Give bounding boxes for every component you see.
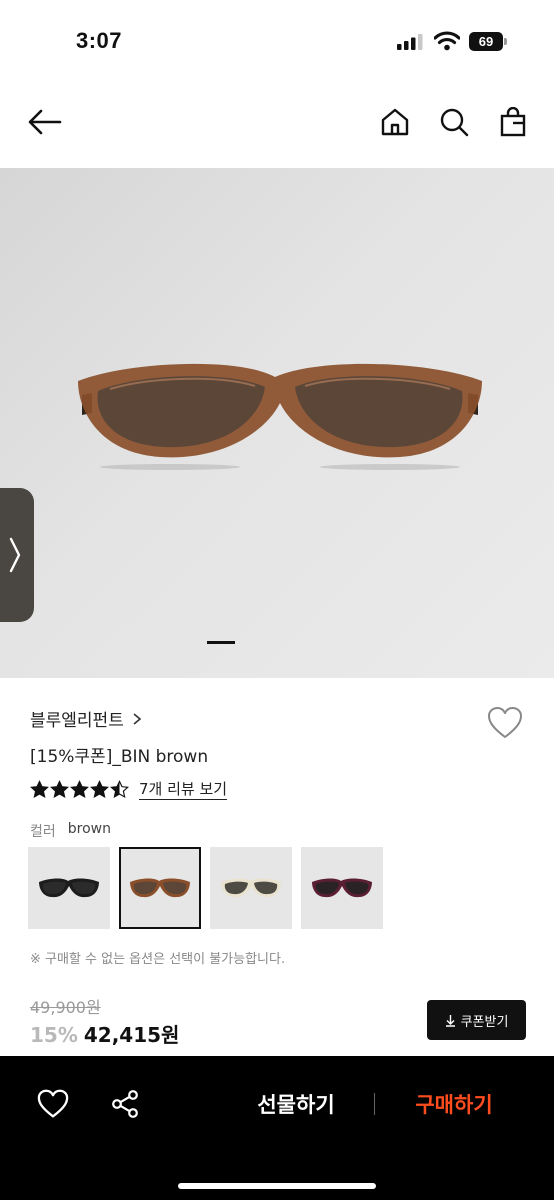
sunglasses-thumbnail (130, 878, 190, 898)
status-time: 3:07 (76, 28, 123, 53)
heart-icon (488, 707, 522, 738)
cart-button[interactable] (495, 104, 531, 140)
search-icon (440, 108, 469, 137)
star-icon (50, 780, 69, 799)
gift-button[interactable]: 선물하기 (236, 1086, 356, 1122)
color-value: brown (67, 821, 111, 837)
color-option-row: 컬러 brown (30, 821, 111, 841)
color-swatch[interactable] (28, 847, 110, 929)
star-icon (30, 780, 49, 799)
battery-icon: 69 (469, 32, 507, 51)
wifi-icon (434, 31, 460, 51)
rating-row: 7개 리뷰 보기 (30, 779, 228, 800)
home-indicator (178, 1183, 376, 1189)
search-button[interactable] (436, 104, 472, 140)
share-icon (112, 1090, 138, 1118)
star-icon (70, 780, 89, 799)
sale-price: 42,415원 (83, 1023, 180, 1047)
bottom-wishlist-button[interactable] (36, 1087, 70, 1121)
option-notice: ※ 구매할 수 없는 옵션은 선택이 불가능합니다. (30, 952, 286, 967)
back-arrow-icon (28, 109, 62, 135)
status-bar: 3:07 69 (0, 0, 554, 84)
color-swatch[interactable] (210, 847, 292, 929)
rating-stars (30, 780, 129, 799)
download-icon (445, 1014, 455, 1027)
cellular-signal-icon (397, 34, 423, 50)
bottom-action-bar: 선물하기 구매하기 (0, 1056, 554, 1200)
original-price: 49,900원 (30, 998, 101, 1017)
divider (374, 1093, 375, 1115)
discount-rate: 15% (30, 1023, 78, 1047)
top-navigation (0, 96, 554, 156)
product-image-sunglasses (78, 363, 482, 470)
coupon-label: 쿠폰받기 (460, 1014, 509, 1030)
battery-level: 69 (469, 32, 503, 51)
brand-link[interactable]: 블루엘리펀트 (30, 706, 142, 731)
product-image-gallery[interactable] (0, 168, 554, 678)
review-link[interactable]: 7개 리뷰 보기 (139, 779, 228, 800)
coupon-download-button[interactable]: 쿠폰받기 (427, 1000, 526, 1040)
shopping-bag-icon (500, 107, 526, 137)
home-icon (381, 108, 409, 136)
wishlist-button[interactable] (487, 706, 523, 740)
brand-name: 블루엘리펀트 (30, 711, 124, 731)
color-swatch[interactable] (301, 847, 383, 929)
color-swatches (28, 847, 383, 929)
sunglasses-thumbnail (221, 878, 281, 898)
color-label: 컬러 (30, 824, 56, 840)
chevron-right-icon (133, 712, 142, 725)
color-swatch[interactable] (119, 847, 201, 929)
star-icon (110, 780, 129, 799)
heart-icon (37, 1089, 69, 1118)
side-panel-handle[interactable] (0, 488, 34, 622)
price-row: 15% 42,415원 (30, 1019, 179, 1048)
chevron-right-icon (9, 537, 21, 573)
product-name: [15%쿠폰]_BIN brown (30, 747, 209, 767)
sunglasses-thumbnail (312, 878, 372, 898)
home-button[interactable] (377, 104, 413, 140)
back-button[interactable] (27, 104, 63, 140)
slide-indicator (207, 641, 235, 644)
star-icon (90, 780, 109, 799)
share-button[interactable] (108, 1087, 142, 1121)
buy-button[interactable]: 구매하기 (394, 1086, 514, 1122)
sunglasses-thumbnail (39, 878, 99, 898)
